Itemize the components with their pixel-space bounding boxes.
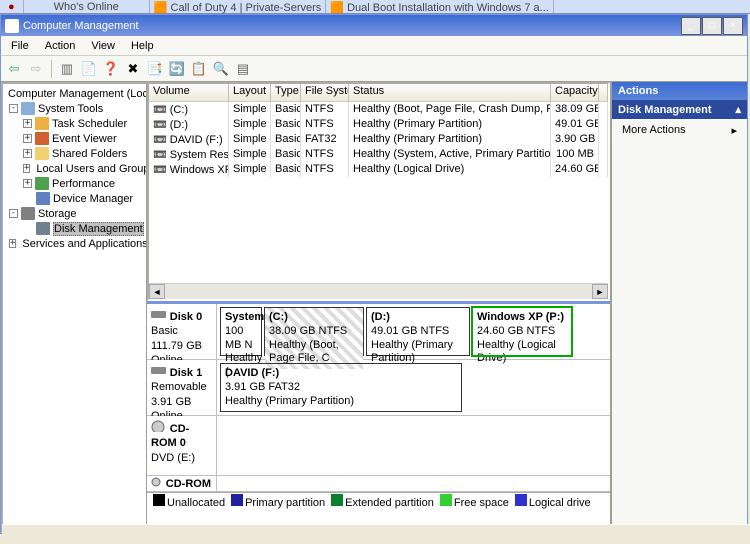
view-split-icon[interactable]: ▥ [58, 60, 76, 78]
storage-icon [21, 207, 35, 220]
partition-windows-xp[interactable]: Windows XP (P:)24.60 GB NTFSHealthy (Log… [472, 307, 572, 356]
col-layout[interactable]: Layout [229, 84, 271, 101]
close-button[interactable]: × [723, 17, 743, 35]
refresh-icon[interactable]: 🔄 [168, 60, 186, 78]
disk0-header[interactable]: Disk 0 Basic 111.79 GB Online [147, 304, 217, 359]
tree-services[interactable]: Services and Applications [22, 238, 147, 250]
volume-row[interactable]: 📼 Windows XP (P:)SimpleBasicNTFSHealthy … [149, 162, 608, 177]
toolbar: ⇦ ⇨ ▥ 📄 ❓ ✖ 📑 🔄 📋 🔍 ▤ [1, 56, 747, 82]
cdrom0-header[interactable]: CD-ROM 0 DVD (E:) No Media [147, 416, 217, 475]
legend-logical-swatch [515, 494, 527, 506]
menu-action[interactable]: Action [37, 38, 84, 54]
cdrom1-header[interactable]: CD-ROM 1 [147, 476, 217, 491]
submenu-arrow-icon: ▸ [731, 124, 737, 137]
partition-d[interactable]: (D:)49.01 GB NTFSHealthy (Primary Partit… [366, 307, 470, 356]
tree-system-tools[interactable]: System Tools [38, 103, 103, 115]
actions-context-header[interactable]: Disk Management▴ [612, 100, 747, 119]
volume-row[interactable]: 📼 (D:)SimpleBasicNTFSHealthy (Primary Pa… [149, 117, 608, 132]
cd-drive-icon [151, 477, 163, 487]
title-bar[interactable]: Computer Management _ □ × [1, 15, 747, 36]
disk-graphic-panel[interactable]: Disk 0 Basic 111.79 GB Online System100 … [147, 301, 610, 533]
col-filesystem[interactable]: File System [301, 84, 349, 101]
tree-disk-management[interactable]: Disk Management [53, 222, 144, 236]
tree-task-scheduler[interactable]: Task Scheduler [52, 118, 127, 130]
status-bar [2, 524, 748, 542]
browser-tabs-background: ● Who's Online 🟧 Call of Duty 4 | Privat… [0, 0, 750, 14]
disk-drive-icon [151, 308, 167, 320]
export-icon[interactable]: 📋 [190, 60, 208, 78]
tools-icon [21, 102, 35, 115]
tree-performance[interactable]: Performance [52, 178, 115, 190]
help-icon[interactable]: ❓ [102, 60, 120, 78]
forward-button: ⇨ [27, 60, 45, 78]
device-icon [36, 192, 50, 205]
delete-icon[interactable]: ✖ [124, 60, 142, 78]
partition-david-f[interactable]: DAVID (F:)3.91 GB FAT32Healthy (Primary … [220, 363, 462, 412]
tree-device-manager[interactable]: Device Manager [53, 193, 133, 205]
menu-bar: File Action View Help [1, 36, 747, 56]
folder-icon [35, 147, 49, 160]
app-icon [5, 19, 19, 33]
col-type[interactable]: Type [271, 84, 301, 101]
partition-system[interactable]: System100 MB NHealthy ( [220, 307, 262, 356]
tree-local-users[interactable]: Local Users and Groups [36, 163, 147, 175]
nav-tree[interactable]: Computer Management (Local) -System Tool… [1, 82, 147, 533]
actions-pane[interactable]: Actions Disk Management▴ More Actions▸ [611, 82, 747, 533]
window-title: Computer Management [23, 20, 139, 32]
clock-icon [35, 117, 49, 130]
cd-drive-icon [151, 420, 167, 432]
disk1-header[interactable]: Disk 1 Removable 3.91 GB Online [147, 360, 217, 415]
partition-c[interactable]: (C:)38.09 GB NTFSHealthy (Boot, Page Fil… [264, 307, 364, 356]
disk-icon [36, 222, 50, 235]
tree-event-viewer[interactable]: Event Viewer [52, 133, 117, 145]
back-button[interactable]: ⇦ [5, 60, 23, 78]
legend-extended-swatch [331, 494, 343, 506]
volume-row[interactable]: 📼 (C:)SimpleBasicNTFSHealthy (Boot, Page… [149, 102, 608, 117]
more-actions-link[interactable]: More Actions▸ [612, 119, 747, 142]
horizontal-scrollbar[interactable]: ◄► [149, 283, 608, 299]
volume-columns[interactable]: Volume Layout Type File System Status Ca… [149, 84, 608, 102]
legend-free-swatch [440, 494, 452, 506]
legend-bar: Unallocated Primary partition Extended p… [147, 492, 610, 509]
legend-primary-swatch [231, 494, 243, 506]
perf-icon [35, 177, 49, 190]
disk-drive-icon [151, 364, 167, 376]
menu-help[interactable]: Help [123, 38, 162, 54]
event-icon [35, 132, 49, 145]
volume-list[interactable]: Volume Layout Type File System Status Ca… [147, 82, 610, 301]
tree-shared-folders[interactable]: Shared Folders [52, 148, 127, 160]
menu-view[interactable]: View [83, 38, 123, 54]
tree-storage[interactable]: Storage [38, 208, 77, 220]
col-status[interactable]: Status [349, 84, 551, 101]
col-capacity[interactable]: Capacity [551, 84, 599, 101]
col-volume[interactable]: Volume [149, 84, 229, 101]
menu-file[interactable]: File [3, 38, 37, 54]
expand-toggle[interactable]: - [9, 104, 18, 113]
collapse-icon[interactable]: ▴ [735, 103, 741, 116]
settings-icon[interactable]: 🔍 [212, 60, 230, 78]
volume-row[interactable]: 📼 System ReservedSimpleBasicNTFSHealthy … [149, 147, 608, 162]
action-icon[interactable]: 📑 [146, 60, 164, 78]
legend-unallocated-swatch [153, 494, 165, 506]
actions-header: Actions [612, 82, 747, 100]
cdrom0-empty[interactable] [217, 416, 610, 475]
properties-icon[interactable]: 📄 [80, 60, 98, 78]
maximize-button[interactable]: □ [702, 17, 722, 35]
volume-row[interactable]: 📼 DAVID (F:)SimpleBasicFAT32Healthy (Pri… [149, 132, 608, 147]
list-icon[interactable]: ▤ [234, 60, 252, 78]
minimize-button[interactable]: _ [681, 17, 701, 35]
